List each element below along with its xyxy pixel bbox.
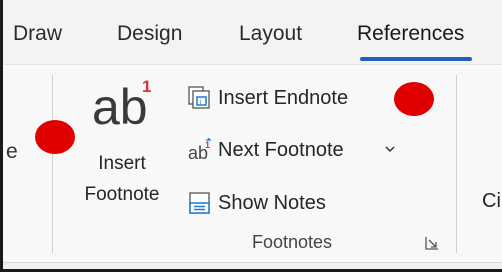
ribbon-tab-bar: Draw Design Layout References — [0, 0, 502, 64]
footnote-superscript: 1 — [142, 77, 152, 96]
endnote-icon: i — [188, 86, 212, 110]
dialog-launcher-icon[interactable] — [425, 236, 439, 250]
next-footnote-button[interactable]: ab 1 Next Footnote — [188, 132, 344, 168]
screenshot-border-left — [0, 0, 3, 272]
next-footnote-label: Next Footnote — [218, 138, 344, 161]
group-separator — [52, 75, 53, 253]
show-notes-button[interactable]: Show Notes — [188, 185, 326, 221]
red-annotation-dot — [394, 82, 434, 116]
clipped-group-text-right: Ci — [482, 190, 501, 212]
footnotes-group-label: Footnotes — [251, 232, 333, 252]
insert-endnote-button[interactable]: i Insert Endnote — [188, 80, 348, 116]
group-separator — [456, 75, 457, 253]
chevron-down-icon[interactable] — [383, 142, 397, 161]
insert-footnote-label-line2: Footnote — [84, 184, 160, 205]
next-footnote-icon: ab 1 — [188, 137, 212, 163]
active-tab-indicator — [360, 57, 472, 61]
show-notes-label: Show Notes — [218, 191, 326, 214]
insert-endnote-label: Insert Endnote — [218, 86, 349, 109]
insert-footnote-button[interactable]: ab 1 Insert Footnote — [70, 75, 174, 240]
show-notes-icon — [188, 191, 212, 215]
insert-footnote-label-line1: Insert — [98, 153, 146, 174]
tab-layout[interactable]: Layout — [239, 22, 302, 46]
red-annotation-dot — [35, 120, 75, 154]
tab-references[interactable]: References — [357, 22, 464, 46]
clipped-group-text: e — [6, 140, 18, 163]
svg-text:1: 1 — [205, 140, 210, 150]
insert-footnote-icon: ab — [92, 79, 148, 135]
tab-draw[interactable]: Draw — [13, 22, 62, 46]
tab-design[interactable]: Design — [117, 22, 182, 46]
